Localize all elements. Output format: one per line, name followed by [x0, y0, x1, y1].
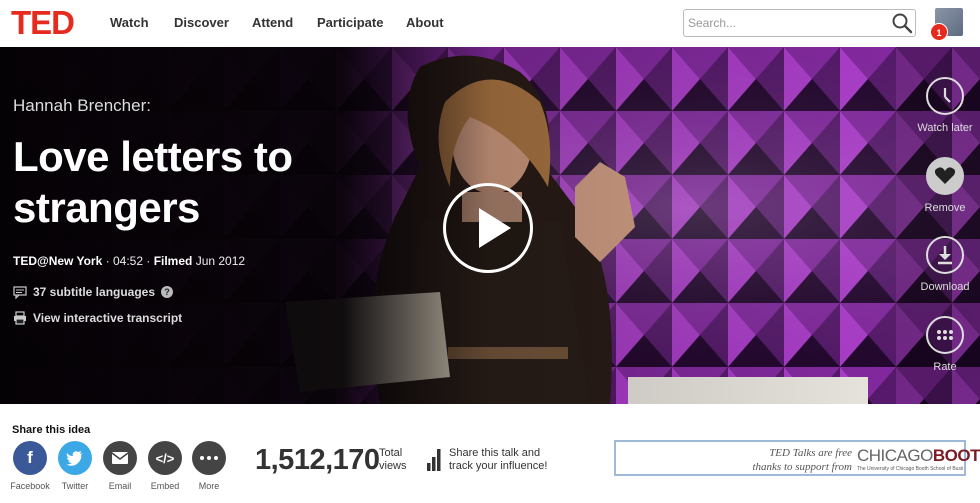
influence-line-1: Share this talk and	[449, 447, 541, 459]
chicago-booth-logo: CHICAGOBOOTH	[857, 446, 980, 466]
download-icon	[926, 236, 964, 274]
influence-line-2: track your influence!	[449, 460, 548, 472]
watch-later-button[interactable]: Watch later	[910, 77, 980, 134]
watch-later-label: Watch later	[917, 122, 973, 134]
rate-button[interactable]: Rate	[910, 316, 980, 373]
sponsor-brand-subtitle: The University of Chicago Booth School o…	[857, 466, 963, 472]
notification-badge[interactable]: 1	[930, 23, 948, 41]
sponsor-brand-name: BOOTH	[932, 446, 980, 465]
transcript-label: View interactive transcript	[33, 311, 183, 325]
top-navigation: TED Watch Discover Attend Participate Ab…	[0, 0, 980, 47]
share-more-label: More	[198, 481, 220, 491]
search-box	[683, 9, 916, 37]
view-count-label: Total views	[379, 447, 407, 472]
search-input[interactable]	[688, 14, 884, 32]
filmed-date: Jun 2012	[195, 254, 246, 268]
clock-icon	[926, 77, 964, 115]
bar-chart-icon	[427, 449, 441, 471]
share-heading: Share this idea	[12, 424, 91, 436]
nav-discover[interactable]: Discover	[174, 15, 229, 30]
view-count: 1,512,170	[255, 444, 380, 476]
influence-text: Share this talk and track your influence…	[449, 447, 547, 473]
rate-label: Rate	[933, 361, 957, 373]
download-button[interactable]: Download	[910, 236, 980, 293]
talk-title: Love letters to strangers	[13, 133, 293, 231]
nav-about[interactable]: About	[406, 15, 444, 30]
more-icon	[192, 441, 226, 475]
event-name[interactable]: TED@New York	[13, 254, 102, 268]
share-twitter-label: Twitter	[61, 481, 89, 491]
search-button[interactable]	[891, 12, 913, 34]
speaker-name: Hannah Brencher:	[13, 96, 151, 115]
remove-button[interactable]: Remove	[910, 157, 980, 214]
share-facebook-button[interactable]: f Facebook	[10, 441, 50, 491]
meta-separator: ·	[105, 254, 113, 268]
subtitles-link[interactable]: 37 subtitle languages ?	[13, 285, 174, 299]
email-icon	[103, 441, 137, 475]
meta-separator: ·	[146, 254, 154, 268]
embed-icon: </>	[148, 441, 182, 475]
sponsor-banner[interactable]: TED Talks are free thanks to support fro…	[614, 440, 980, 476]
sponsor-line-2: thanks to support from	[752, 461, 852, 473]
share-embed-button[interactable]: </> Embed	[145, 441, 185, 491]
sponsor-message: TED Talks are free thanks to support fro…	[676, 446, 852, 474]
nav-watch[interactable]: Watch	[110, 15, 149, 30]
share-twitter-button[interactable]: Twitter	[55, 441, 95, 491]
remove-label: Remove	[924, 202, 966, 214]
share-facebook-label: Facebook	[10, 481, 50, 491]
twitter-icon	[58, 441, 92, 475]
facebook-icon: f	[13, 441, 47, 475]
speech-bubble-icon	[13, 286, 27, 299]
share-email-label: Email	[108, 481, 132, 491]
filmed-label: Filmed	[153, 254, 193, 268]
talk-hero: Hannah Brencher: Love letters to strange…	[0, 47, 980, 404]
play-button[interactable]	[443, 183, 533, 273]
help-icon[interactable]: ?	[161, 286, 174, 298]
more-dots-icon	[926, 316, 964, 354]
download-label: Download	[920, 281, 970, 293]
subtitles-label: 37 subtitle languages	[33, 285, 156, 299]
share-embed-label: Embed	[150, 481, 180, 491]
ted-logo[interactable]: TED	[11, 4, 75, 42]
share-email-button[interactable]: Email	[100, 441, 140, 491]
transcript-link[interactable]: View interactive transcript	[13, 311, 182, 325]
nav-attend[interactable]: Attend	[252, 15, 293, 30]
talk-meta: TED@New York · 04:52 · Filmed Jun 2012	[13, 254, 245, 268]
printer-icon	[14, 311, 26, 325]
heart-icon	[926, 157, 964, 195]
talk-duration: 04:52	[112, 254, 143, 268]
track-influence-link[interactable]: Share this talk and track your influence…	[427, 447, 547, 473]
search-icon	[892, 13, 913, 34]
sponsor-line-1: TED Talks are free	[769, 447, 852, 459]
share-more-button[interactable]: More	[189, 441, 229, 491]
sponsor-brand-city: CHICAGO	[857, 446, 933, 465]
nav-participate[interactable]: Participate	[317, 15, 383, 30]
